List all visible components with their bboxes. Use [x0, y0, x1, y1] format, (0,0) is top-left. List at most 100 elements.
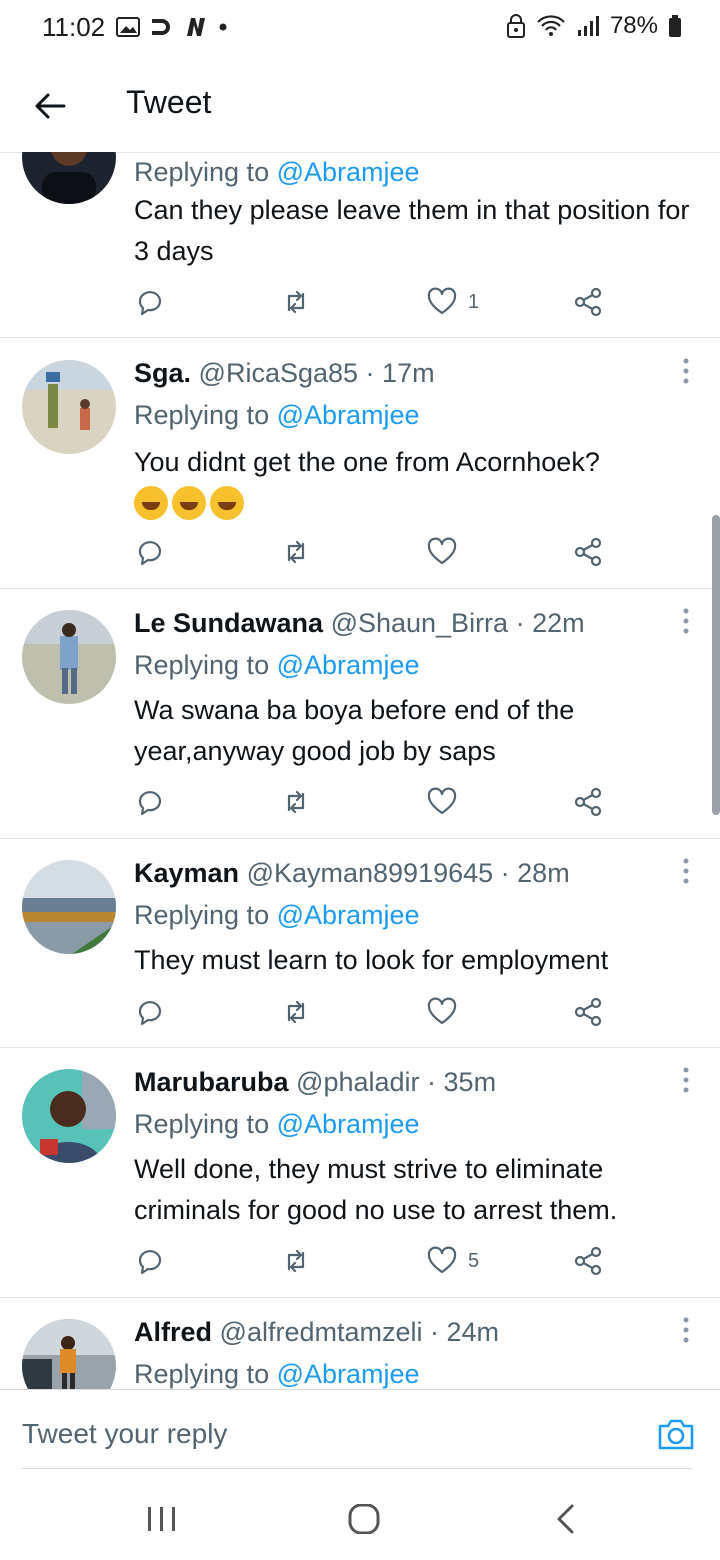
replying-to: Replying to @Abramjee [134, 650, 420, 680]
retweet-icon [287, 1000, 305, 1024]
more-options-icon[interactable] [682, 358, 690, 384]
share-button[interactable] [572, 1245, 604, 1277]
page-title: Tweet [126, 84, 212, 120]
avatar[interactable] [22, 152, 116, 204]
replying-to: Replying to @Abramjee [134, 900, 420, 930]
heart-icon [427, 1246, 457, 1274]
heart-icon [427, 287, 457, 315]
more-options-icon[interactable] [682, 1067, 690, 1093]
scrollbar[interactable] [712, 515, 720, 815]
status-right: 78% [506, 12, 682, 40]
like-count: 5 [468, 1249, 480, 1272]
tweet-actions [134, 996, 604, 1030]
mention-link[interactable]: @Abramjee [277, 650, 420, 680]
user-handle[interactable]: @RicaSga85 [199, 358, 359, 388]
tweet-item[interactable]: Sga. @RicaSga85 · 17m Replying to @Abram… [0, 338, 720, 589]
home-icon[interactable] [344, 1504, 384, 1534]
wifi-icon [537, 15, 565, 36]
avatar[interactable] [22, 1319, 116, 1389]
like-button[interactable]: 1 [426, 286, 479, 318]
more-options-icon[interactable] [682, 608, 690, 634]
reply-feed[interactable]: Replying to @Abramjee Can they please le… [0, 152, 720, 1389]
share-button[interactable] [572, 286, 604, 318]
recent-apps-icon[interactable] [142, 1504, 182, 1534]
reply-composer[interactable]: Tweet your reply [0, 1389, 720, 1470]
dot-icon [219, 23, 227, 31]
display-name[interactable]: Marubaruba [134, 1067, 289, 1097]
mention-link[interactable]: @Abramjee [277, 400, 420, 430]
reply-button[interactable] [134, 996, 166, 1028]
avatar[interactable] [22, 1069, 116, 1163]
tweet-text: Can they please leave them in that posit… [134, 195, 690, 266]
tweet-actions [134, 786, 604, 820]
avatar[interactable] [22, 860, 116, 954]
comment-icon [138, 541, 162, 566]
tweet-item[interactable]: Le Sundawana @Shaun_Birra · 22m Replying… [0, 588, 720, 839]
tweet-actions: 5 [134, 1245, 604, 1279]
share-button[interactable] [572, 536, 604, 568]
top-app-bar: Tweet [0, 60, 720, 153]
retweet-button[interactable] [280, 786, 312, 818]
display-name[interactable]: Kayman [134, 858, 239, 888]
replying-to: Replying to @Abramjee [134, 1109, 420, 1139]
share-icon [574, 287, 602, 317]
reply-button[interactable] [134, 786, 166, 818]
retweet-icon [287, 290, 305, 314]
tweet-header: Alfred @alfredmtamzeli · 24m [134, 1317, 500, 1347]
mention-link[interactable]: @Abramjee [277, 1359, 420, 1389]
avatar[interactable] [22, 610, 116, 704]
back-arrow-icon[interactable] [32, 88, 68, 124]
reply-button[interactable] [134, 286, 166, 318]
battery-percent: 78% [609, 12, 658, 39]
like-button[interactable]: 5 [426, 1245, 479, 1277]
tweet-actions: 1 [134, 286, 604, 320]
display-name[interactable]: Sga. [134, 358, 191, 388]
tweet-time: 17m [382, 358, 435, 388]
heart-icon [427, 537, 457, 565]
tweet-item[interactable]: Kayman @Kayman89919645 · 28m Replying to… [0, 838, 720, 1048]
retweet-button[interactable] [280, 536, 312, 568]
tweet-item[interactable]: Replying to @Abramjee Can they please le… [0, 152, 720, 338]
tweet-text: They must learn to look for employment [134, 945, 609, 975]
back-nav-icon[interactable] [546, 1504, 586, 1534]
like-button[interactable] [426, 996, 468, 1028]
like-button[interactable] [426, 536, 468, 568]
display-name[interactable]: Alfred [134, 1317, 212, 1347]
retweet-button[interactable] [280, 996, 312, 1028]
notification-icons [116, 16, 228, 38]
retweet-button[interactable] [280, 286, 312, 318]
more-options-icon[interactable] [682, 1317, 690, 1343]
comment-icon [138, 291, 162, 316]
rolling-laughing-emoji [210, 486, 244, 520]
mention-link[interactable]: @Abramjee [277, 900, 420, 930]
retweet-button[interactable] [280, 1245, 312, 1277]
mention-link[interactable]: @Abramjee [277, 1109, 420, 1139]
tweet-header: Le Sundawana @Shaun_Birra · 22m [134, 608, 585, 638]
rolling-laughing-emoji [172, 486, 206, 520]
tweet-item[interactable]: Marubaruba @phaladir · 35m Replying to @… [0, 1047, 720, 1298]
comment-icon [138, 1001, 162, 1026]
retweet-icon [287, 790, 305, 814]
news-icon [187, 18, 205, 36]
share-button[interactable] [572, 996, 604, 1028]
user-handle[interactable]: @Shaun_Birra [331, 608, 509, 638]
tweet-item[interactable]: Alfred @alfredmtamzeli · 24m Replying to… [0, 1297, 720, 1389]
like-button[interactable] [426, 786, 468, 818]
user-handle[interactable]: @phaladir [296, 1067, 419, 1097]
heart-icon [427, 787, 457, 815]
more-options-icon[interactable] [682, 858, 690, 884]
mention-link[interactable]: @Abramjee [277, 157, 420, 187]
reply-button[interactable] [134, 536, 166, 568]
display-name[interactable]: Le Sundawana [134, 608, 323, 638]
avatar[interactable] [22, 360, 116, 454]
user-handle[interactable]: @Kayman89919645 [247, 858, 494, 888]
replying-to: Replying to @Abramjee [134, 157, 420, 187]
camera-icon[interactable] [656, 1416, 696, 1452]
tweet-header: Marubaruba @phaladir · 35m [134, 1067, 497, 1097]
user-handle[interactable]: @alfredmtamzeli [220, 1317, 423, 1347]
share-button[interactable] [572, 786, 604, 818]
system-navigation-bar [0, 1470, 720, 1560]
status-time: 11:02 [42, 12, 106, 42]
reply-input[interactable]: Tweet your reply [22, 1418, 227, 1450]
reply-button[interactable] [134, 1245, 166, 1277]
